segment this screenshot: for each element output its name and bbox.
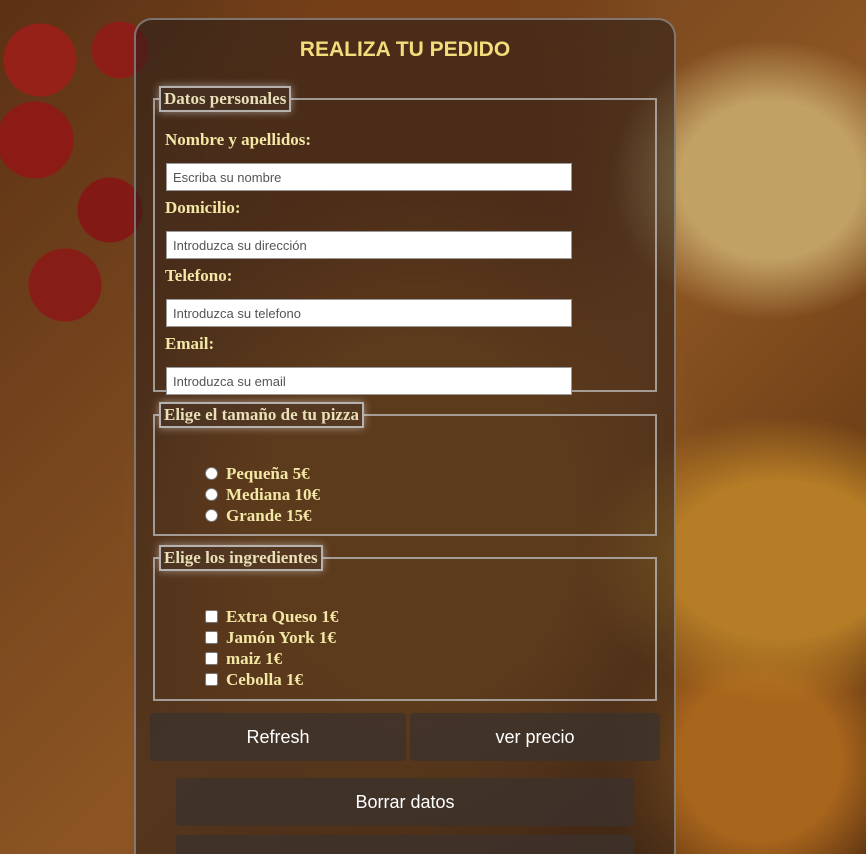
phone-input[interactable]: [166, 299, 572, 327]
size-option-label: Mediana 10€: [226, 484, 320, 504]
submit-order-button[interactable]: [176, 835, 634, 854]
ingredient-label: Extra Queso 1€: [226, 606, 339, 626]
ingredient-onion[interactable]: Cebolla 1€: [205, 669, 303, 690]
name-input[interactable]: [166, 163, 572, 191]
ingredient-corn[interactable]: maiz 1€: [205, 648, 282, 669]
view-price-button[interactable]: ver precio: [410, 713, 660, 761]
email-input[interactable]: [166, 367, 572, 395]
refresh-button[interactable]: Refresh: [150, 713, 406, 761]
page-title: REALIZA TU PEDIDO: [299, 38, 511, 61]
order-form: REALIZA TU PEDIDO Datos personales Nombr…: [134, 18, 676, 854]
checkbox[interactable]: [205, 610, 218, 623]
ingredients-legend: Elige los ingredientes: [159, 545, 323, 571]
size-option-label: Pequeña 5€: [226, 463, 310, 483]
ingredient-extra-cheese[interactable]: Extra Queso 1€: [205, 606, 338, 627]
checkbox[interactable]: [205, 652, 218, 665]
ingredient-label: Cebolla 1€: [226, 669, 303, 689]
size-option-large[interactable]: Grande 15€: [205, 505, 311, 526]
ingredient-label: Jamón York 1€: [226, 627, 336, 647]
size-option-medium[interactable]: Mediana 10€: [205, 484, 320, 505]
phone-label: Telefono:: [165, 266, 233, 285]
address-input[interactable]: [166, 231, 572, 259]
clear-data-button[interactable]: Borrar datos: [176, 778, 634, 826]
size-option-small[interactable]: Pequeña 5€: [205, 463, 310, 484]
email-label: Email:: [165, 334, 215, 353]
ingredients-fieldset: Elige los ingredientes Extra Queso 1€ Ja…: [153, 545, 657, 701]
name-label: Nombre y apellidos:: [165, 130, 312, 149]
ingredient-label: maiz 1€: [226, 648, 283, 668]
checkbox[interactable]: [205, 631, 218, 644]
radio-button[interactable]: [205, 509, 218, 522]
address-label: Domicilio:: [165, 198, 241, 217]
checkbox[interactable]: [205, 673, 218, 686]
ingredient-ham[interactable]: Jamón York 1€: [205, 627, 336, 648]
radio-button[interactable]: [205, 467, 218, 480]
radio-button[interactable]: [205, 488, 218, 501]
personal-data-legend: Datos personales: [159, 86, 292, 112]
pizza-size-legend: Elige el tamaño de tu pizza: [159, 402, 365, 428]
pizza-size-fieldset: Elige el tamaño de tu pizza Pequeña 5€ M…: [153, 402, 657, 536]
personal-data-fieldset: Datos personales Nombre y apellidos: Dom…: [153, 86, 657, 395]
size-option-label: Grande 15€: [226, 505, 312, 525]
